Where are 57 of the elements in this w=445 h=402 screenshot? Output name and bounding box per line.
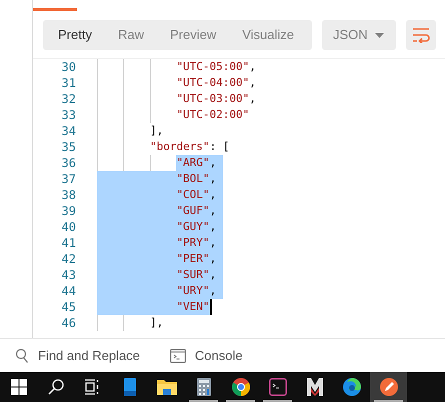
view-tab[interactable]: Visualize — [229, 22, 308, 48]
line-number: 33 — [60, 107, 76, 123]
code-line: "GUF", — [176, 203, 216, 219]
wrap-lines-button[interactable] — [406, 20, 436, 50]
m-logo-icon — [306, 378, 322, 396]
browser-icon — [232, 378, 250, 396]
task-view-icon — [84, 379, 100, 395]
code-line: "SUR", — [176, 267, 216, 283]
code-line: ], — [150, 123, 164, 139]
code-line: "UTC-02:00" — [176, 107, 250, 123]
line-number: 37 — [60, 171, 76, 187]
line-number: 44 — [60, 283, 76, 299]
code-line: "COL", — [176, 187, 216, 203]
console-icon — [170, 348, 186, 362]
wrap-lines-icon — [412, 27, 430, 43]
windows-logo-icon — [10, 379, 26, 395]
code-line: "URY", — [176, 283, 216, 299]
console-button[interactable]: Console — [170, 346, 243, 366]
line-number: 43 — [60, 267, 76, 283]
line-number: 32 — [60, 91, 76, 107]
code-line: "borders": [ — [150, 139, 230, 155]
line-number: 30 — [60, 59, 76, 75]
browser-icon — [342, 378, 360, 396]
code-line: "UTC-03:00", — [176, 91, 256, 107]
line-number: 45 — [60, 299, 76, 315]
line-number: 41 — [60, 235, 76, 251]
line-number: 40 — [60, 219, 76, 235]
line-number: 35 — [60, 139, 76, 155]
line-number: 46 — [60, 315, 76, 331]
line-number: 42 — [60, 251, 76, 267]
terminal-icon — [268, 378, 286, 396]
view-tab[interactable]: Raw — [104, 22, 157, 48]
line-number: 36 — [60, 155, 76, 171]
line-number: 38 — [60, 187, 76, 203]
search-icon — [48, 379, 64, 395]
phone-icon — [124, 378, 136, 396]
caret-icon — [375, 32, 384, 38]
line-number: 39 — [60, 203, 76, 219]
code-line: "GUY", — [176, 219, 216, 235]
find-replace-button[interactable]: Find and Replace — [15, 346, 140, 366]
code-line: "PRY", — [176, 235, 216, 251]
line-number: 31 — [60, 75, 76, 91]
postman-button[interactable] — [370, 372, 407, 402]
code-line: "PER", — [176, 251, 216, 267]
line-number: 34 — [60, 123, 76, 139]
view-tab[interactable]: Preview — [156, 22, 230, 48]
view-tab[interactable]: Pretty — [45, 22, 105, 48]
format-dropdown[interactable]: JSON — [322, 20, 396, 50]
calculator-icon — [196, 378, 210, 396]
code-line: "VEN" — [176, 299, 210, 315]
code-line: "UTC-04:00", — [176, 75, 256, 91]
code-line: "UTC-05:00", — [176, 59, 256, 75]
code-line: "BOL", — [176, 171, 216, 187]
folder-icon — [156, 379, 176, 395]
code-line: "ARG", — [176, 155, 216, 171]
search-icon — [15, 348, 29, 364]
code-line: ], — [150, 315, 164, 331]
